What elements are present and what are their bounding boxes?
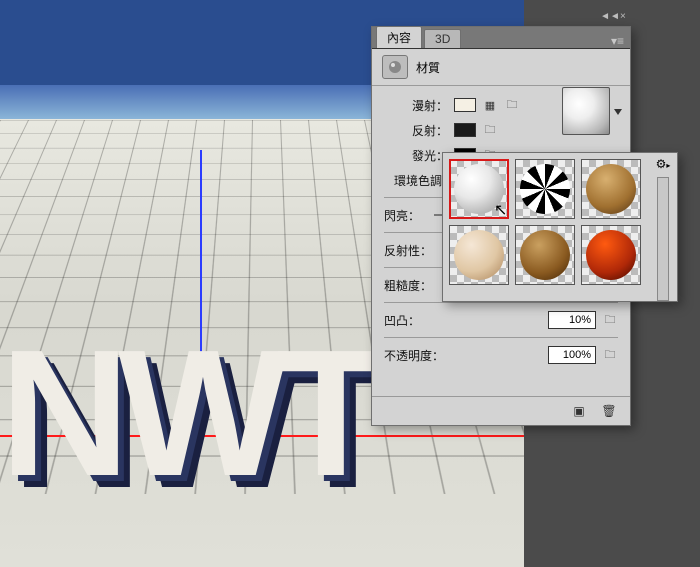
swatch-reflect[interactable] <box>454 123 476 137</box>
preset-red-glossy[interactable] <box>581 225 641 285</box>
label-roughness: 粗糙度： <box>384 277 436 294</box>
preset-beige-skin[interactable] <box>449 225 509 285</box>
label-diffuse: 漫射： <box>384 97 448 114</box>
label-reflect: 反射： <box>384 122 448 139</box>
preset-wood-noise[interactable] <box>515 225 575 285</box>
folder-icon[interactable]: 🗀 <box>602 348 618 362</box>
material-preview-sphere[interactable] <box>562 87 610 135</box>
preset-marble-white[interactable] <box>449 159 509 219</box>
new-material-icon[interactable]: ▣ <box>570 403 588 419</box>
input-bump[interactable] <box>548 311 596 329</box>
label-glow: 發光： <box>384 147 448 164</box>
material-preset-flyout: ⚙▸ <box>442 152 678 302</box>
delete-icon[interactable]: 🗑 <box>600 403 618 419</box>
label-shine: 閃亮： <box>384 207 428 224</box>
canvas-3d-text[interactable]: NWT <box>0 310 374 517</box>
tab-properties[interactable]: 內容 <box>376 26 422 48</box>
preset-fur-brown[interactable] <box>581 159 641 219</box>
input-opacity[interactable] <box>548 346 596 364</box>
panel-collapse-icon[interactable]: ◄◄ <box>600 11 620 22</box>
panel-close-icon[interactable]: × <box>620 11 626 22</box>
label-bump: 凹凸： <box>384 312 428 329</box>
label-reflectivity: 反射性： <box>384 242 436 259</box>
panel-menu-icon[interactable]: ▾≡ <box>611 34 624 48</box>
panel-toolbar: 材質 <box>372 49 630 86</box>
panel-tabs: 內容 3D ▾≡ <box>372 27 630 49</box>
flyout-gear-icon[interactable]: ⚙▸ <box>656 157 671 171</box>
folder-icon[interactable]: 🗀 <box>602 313 618 327</box>
sphere-icon <box>387 59 403 75</box>
folder-icon[interactable]: 🗀 <box>482 123 498 137</box>
preview-dropdown-icon[interactable] <box>614 109 622 115</box>
swatch-diffuse[interactable] <box>454 98 476 112</box>
texture-picker-icon[interactable]: ▦ <box>482 98 498 112</box>
tab-3d[interactable]: 3D <box>424 29 461 48</box>
material-mode-button[interactable] <box>382 55 408 79</box>
label-opacity: 不透明度： <box>384 347 454 364</box>
section-title: 材質 <box>416 59 440 76</box>
preset-checker[interactable] <box>515 159 575 219</box>
flyout-scrollbar[interactable] <box>657 177 669 301</box>
folder-icon[interactable]: 🗀 <box>504 98 520 112</box>
panel-footer: ▣ 🗑 <box>372 396 630 425</box>
